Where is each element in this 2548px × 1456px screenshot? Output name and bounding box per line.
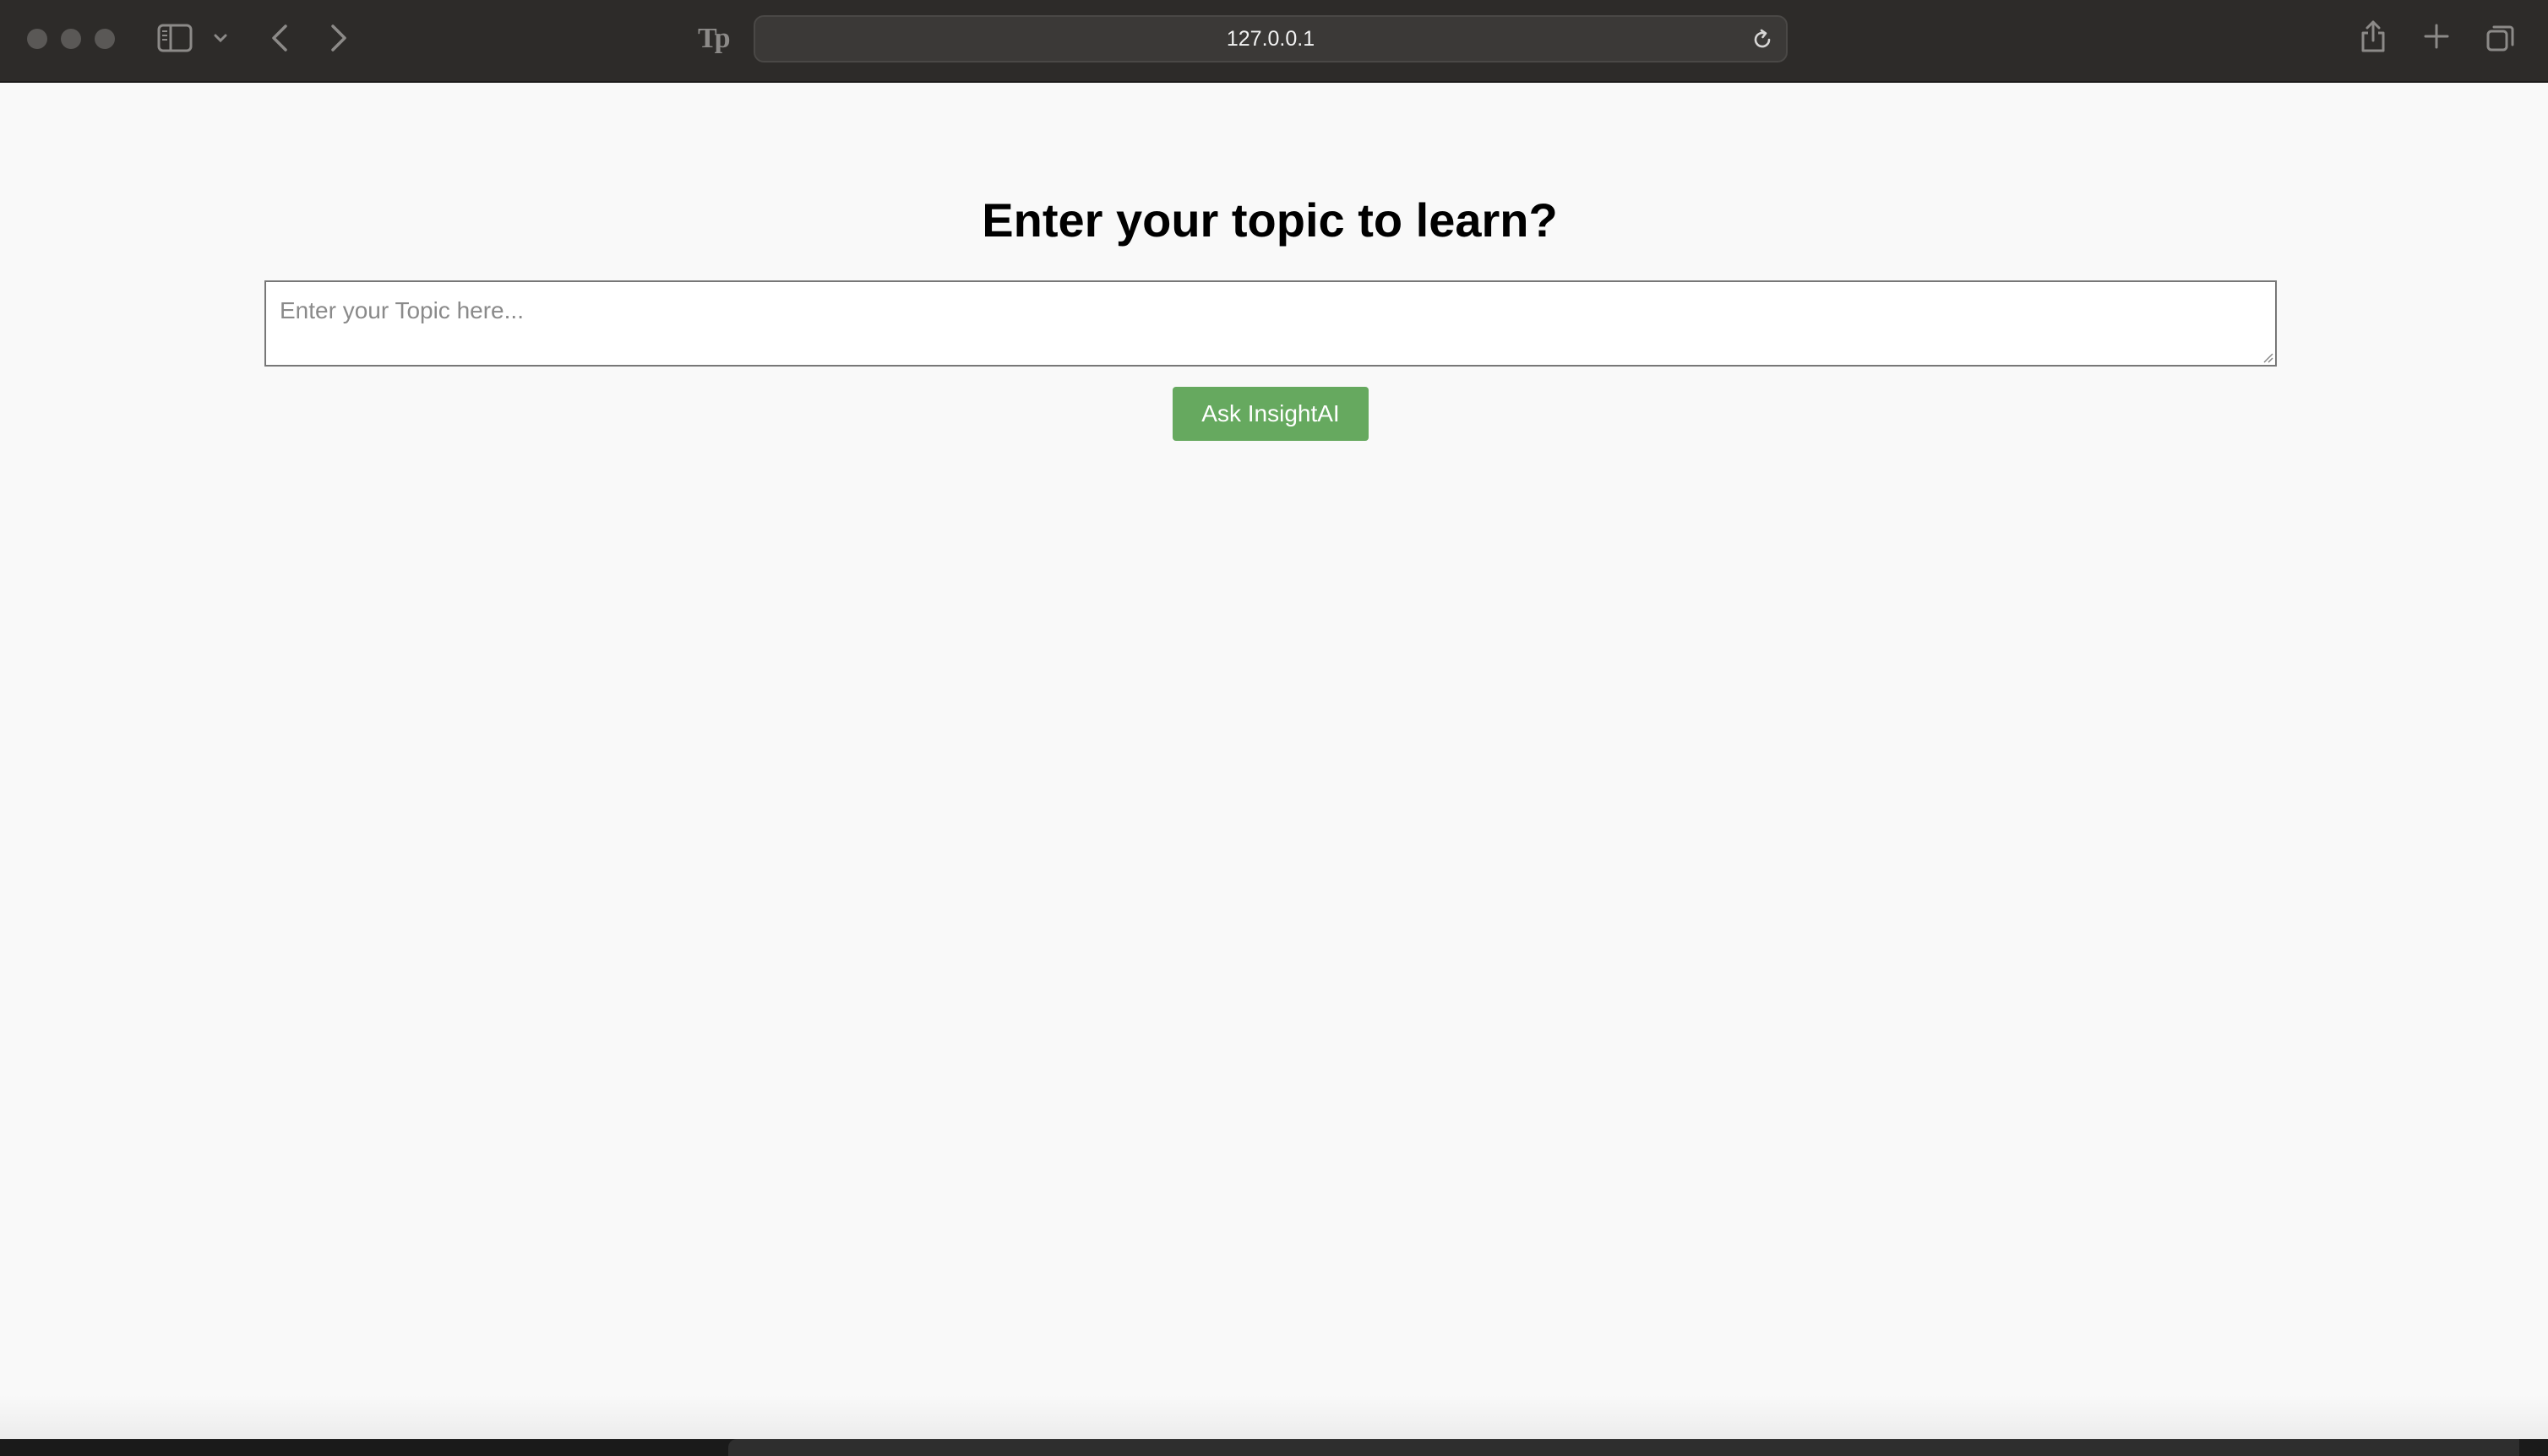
sidebar-icon[interactable] [157,24,193,52]
browser-window: Tp 127.0.0.1 Enter your topic to learn? … [0,0,2548,1456]
share-icon[interactable] [2359,19,2387,54]
tabs-overview-icon[interactable] [2485,23,2516,53]
page-bottom-shade [0,1395,2548,1439]
page-content: Enter your topic to learn? Ask InsightAI [0,84,2548,1439]
address-bar[interactable]: 127.0.0.1 [754,15,1788,62]
topic-input[interactable] [264,280,2277,367]
resize-handle-icon[interactable] [2262,351,2273,363]
browser-toolbar: Tp 127.0.0.1 [0,0,2548,83]
chevron-down-icon[interactable] [211,29,230,47]
dock-edge [728,1439,2519,1456]
forward-icon[interactable] [328,22,350,54]
page-title: Enter your topic to learn? [982,193,1558,247]
zoom-window-button[interactable] [95,29,115,49]
back-icon[interactable] [269,22,291,54]
ask-insightai-button[interactable]: Ask InsightAI [1173,387,1369,441]
close-window-button[interactable] [27,29,47,49]
plus-icon[interactable] [2423,23,2450,50]
minimize-window-button[interactable] [61,29,81,49]
reload-icon[interactable] [1750,28,1774,52]
reader-icon[interactable]: Tp [698,22,735,56]
url-text[interactable]: 127.0.0.1 [755,17,1786,61]
